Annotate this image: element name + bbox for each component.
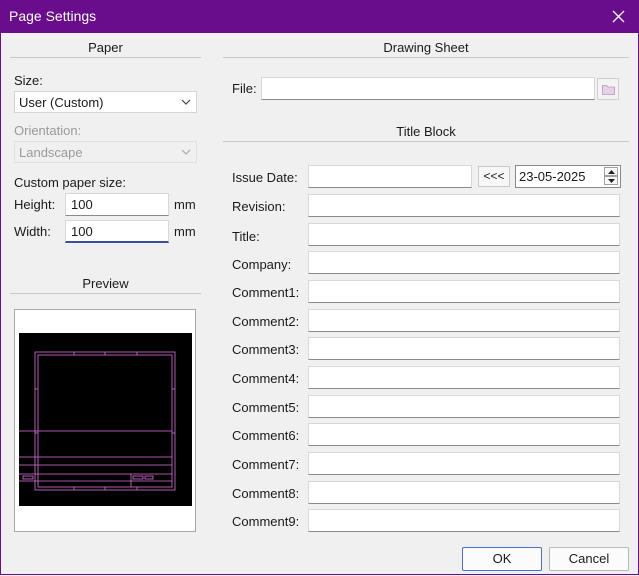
date-picker-value: 23-05-2025 [519,169,586,184]
ok-button[interactable]: OK [462,547,542,571]
comment8-label: Comment8: [232,486,300,501]
comment5-field[interactable] [308,395,620,418]
chevron-down-icon [181,99,191,105]
comment3-field[interactable] [308,337,620,360]
orientation-label: Orientation: [14,123,82,138]
file-label: File: [232,81,257,96]
paper-section-title: Paper [88,40,123,55]
window-title: Page Settings [9,8,97,24]
comment2-label: Comment2: [232,314,300,329]
preview-canvas [19,333,192,506]
title-block-separator [223,141,629,142]
comment4-label: Comment4: [232,371,300,386]
cancel-button[interactable]: Cancel [549,547,629,571]
comment7-label: Comment7: [232,457,300,472]
company-field[interactable] [308,251,620,274]
comment3-label: Comment3: [232,342,300,357]
width-field[interactable]: 100 [65,220,169,243]
orientation-combo[interactable]: Landscape [14,141,197,163]
comment8-field[interactable] [308,481,620,504]
size-label: Size: [14,73,43,88]
comment9-label: Comment9: [232,514,300,529]
comment9-field[interactable] [308,509,620,532]
chevron-down-icon [181,149,191,155]
title-field[interactable] [308,223,620,246]
comment4-field[interactable] [308,366,620,389]
date-spin-up-button[interactable] [604,167,618,176]
title-block-section-title: Title Block [396,124,456,139]
revision-field[interactable] [308,194,620,217]
paper-separator [10,57,201,58]
drawing-sheet-section-title: Drawing Sheet [383,40,469,55]
folder-icon [602,85,615,95]
comment5-label: Comment5: [232,400,300,415]
close-button[interactable] [599,0,639,33]
browse-file-button[interactable] [597,78,619,100]
spin-up-icon [608,170,615,174]
drawing-sheet-preview [19,351,176,491]
page-preview [14,309,196,532]
spin-down-icon [608,179,615,183]
comment6-field[interactable] [308,423,620,446]
width-label: Width: [14,224,51,239]
height-label: Height: [14,197,56,212]
company-label: Company: [232,257,292,272]
file-field[interactable] [261,77,595,100]
comment7-field[interactable] [308,452,620,475]
issue-date-label: Issue Date: [232,170,298,185]
size-combo[interactable]: User (Custom) [14,91,197,113]
revision-label: Revision: [232,199,286,214]
title-label: Title: [232,229,260,244]
drawing-sheet-separator [223,57,629,58]
height-unit: mm [174,197,196,212]
title-bar: Page Settings [0,0,639,33]
height-field[interactable]: 100 [65,193,169,216]
date-picker[interactable]: 23-05-2025 [515,165,621,188]
comment6-label: Comment6: [232,428,300,443]
copy-date-button[interactable]: <<< [478,166,510,187]
preview-section-title: Preview [82,276,129,291]
comment1-field[interactable] [308,280,620,303]
orientation-combo-value: Landscape [19,145,83,160]
size-combo-value: User (Custom) [19,95,104,110]
date-spin-down-button[interactable] [604,176,618,185]
comment2-field[interactable] [308,309,620,332]
issue-date-field[interactable] [308,165,472,188]
width-unit: mm [174,224,196,239]
custom-size-label: Custom paper size: [14,175,126,190]
close-icon [612,10,625,23]
preview-separator [10,293,201,294]
comment1-label: Comment1: [232,285,300,300]
